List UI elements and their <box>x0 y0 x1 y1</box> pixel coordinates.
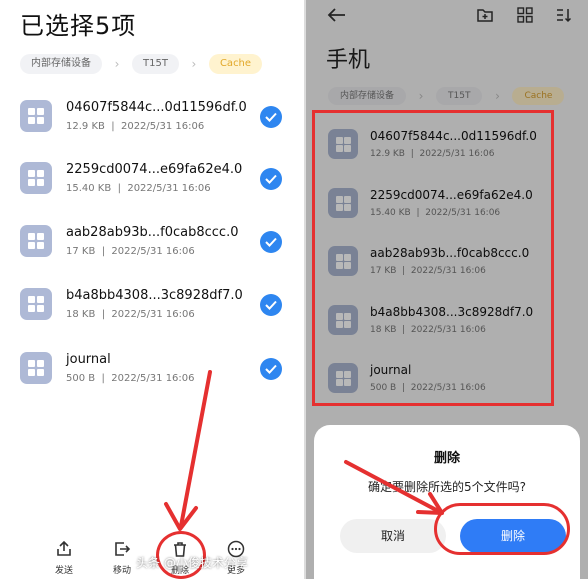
arrow-to-confirm-button <box>344 460 442 514</box>
arrow-to-delete-icon <box>179 370 212 528</box>
annotation-box <box>312 110 554 406</box>
watermark: 头条 @小俊技术分享 <box>136 556 248 570</box>
annotation-oval <box>434 503 570 555</box>
